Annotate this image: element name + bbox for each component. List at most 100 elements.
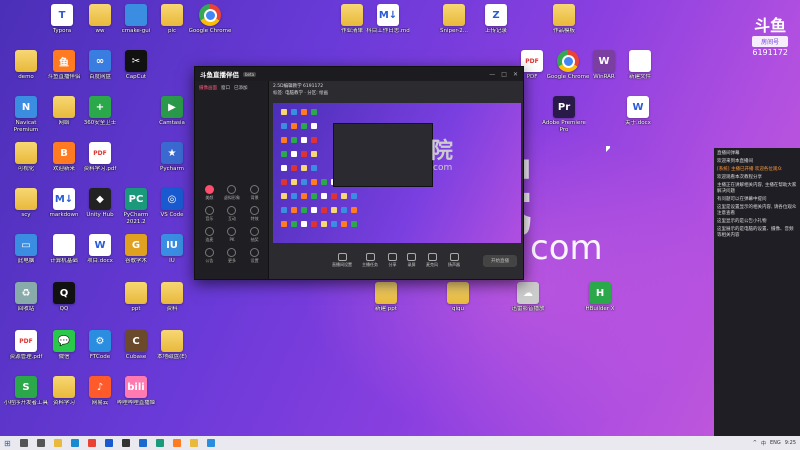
desktop-icon[interactable]: N Navicat Premium [6,96,46,140]
desktop-icon[interactable]: 计算机基础 [44,234,84,278]
toolbar-button[interactable]: 扬声器 [448,252,460,268]
desktop-icon[interactable]: H HBuilder X [580,282,620,326]
tool-button[interactable]: 连麦 [199,227,220,243]
desktop-icon[interactable]: 作业清单 [332,4,372,48]
tool-button[interactable]: PK [222,227,243,243]
chat-panel[interactable]: 直播间弹幕 欢迎来到本直播间 [系统] 主播已开播 欢迎各位观众 欢迎观看本次教程分… [714,148,800,436]
tool-button[interactable]: 更多 [222,248,243,264]
desktop-icon[interactable]: ☁ 迅雷影音播放 [508,282,548,326]
taskbar-chrome-icon[interactable] [87,439,96,447]
desktop-icon[interactable]: ▭ 此电脑 [6,234,46,278]
tab-window[interactable]: 窗口 [221,85,230,91]
desktop-icon[interactable]: ww [80,4,120,48]
taskbar-vscode-icon[interactable] [104,439,113,447]
tab-added[interactable]: 已添加 [234,85,248,91]
tray-expand-icon[interactable]: ^ [753,440,757,447]
desktop-icon[interactable]: 新建文件 [620,50,660,94]
desktop-icon[interactable]: T Typora [42,4,82,48]
toolbar-button[interactable]: 主播任务 [362,252,378,268]
desktop-icon[interactable]: C Cubase [116,330,156,374]
desktop-icon[interactable]: bili 哔哩哔哩直播姬 [116,376,156,420]
desktop-icon[interactable]: IU IU [152,234,192,278]
desktop-icon[interactable]: ◆ Unity Hub [80,188,120,232]
desktop-icon[interactable]: G 谷歌学术 [116,234,156,278]
taskbar-search-icon[interactable] [19,439,28,447]
desktop-icon[interactable]: W WinRAR [584,50,624,94]
start-button[interactable]: ⊞ [4,439,11,448]
tool-button[interactable]: 互动 [222,206,243,222]
taskbar-explorer-icon[interactable] [53,439,62,447]
language-indicator[interactable]: ENG [770,440,781,447]
desktop-icon[interactable]: Z 上传记录 [476,4,516,48]
taskbar-store-icon[interactable] [121,439,130,447]
toolbar-button[interactable]: 直播间设置 [332,252,352,268]
desktop-icon[interactable]: 可视化 [6,142,46,186]
desktop-icon[interactable]: 鱼斗鱼直播伴侣 [44,50,84,94]
desktop-icon[interactable]: PDF 资料学习.pdf [80,142,120,186]
desktop-icon[interactable]: 💬 微信 [44,330,84,374]
desktop-icon[interactable]: cmake-gui [116,4,156,48]
desktop-icon[interactable]: B 欢迎新来 [44,142,84,186]
taskbar-task-view-icon[interactable] [36,439,45,447]
desktop-icon[interactable]: ♪ 网易云 [80,376,120,420]
taskbar-mail-icon[interactable] [138,439,147,447]
tool-button[interactable]: 虚拟形象 [222,185,243,201]
desktop-icon[interactable]: Pr Adobe Premiere Pro [542,96,586,140]
tool-button[interactable]: 美颜 [199,185,220,201]
desktop-icon[interactable]: 作品模板 [544,4,584,48]
input-method[interactable]: 中 [761,440,766,447]
desktop-icon[interactable]: ✂ CapCut [116,50,156,94]
stream-preview[interactable]: 院 com [273,103,521,243]
desktop-icon[interactable]: ∞ 百度网盘 [80,50,120,94]
desktop-icon[interactable]: Google Chrome [547,50,589,94]
desktop-icon[interactable]: Google Chrome [189,4,231,48]
desktop-icon[interactable]: ★ Pycharm [152,142,192,186]
desktop-icon[interactable]: PC PyCharm 2021.2 [116,188,156,232]
desktop-icon[interactable]: S 小程序开发者工具 [4,376,48,420]
desktop-icon[interactable]: PDF 资源管理.pdf [6,330,46,374]
tool-button[interactable]: 设置 [244,248,265,264]
desktop-icon[interactable]: pic [152,4,192,48]
desktop-icon[interactable]: 新建 ppt [366,282,406,326]
tool-button[interactable]: 音乐 [199,206,220,222]
close-icon[interactable]: ✕ [513,71,518,78]
desktop-icon[interactable]: ◎ VS Code [152,188,192,232]
taskbar-photos-icon[interactable] [206,439,215,447]
desktop-icon[interactable]: ppt [116,282,156,326]
clock[interactable]: 9:25 [785,440,796,447]
minimize-icon[interactable]: — [489,71,495,78]
start-live-button[interactable]: 开始直播 [483,255,517,267]
desktop-icon[interactable]: ▶ Camtasia [152,96,192,140]
desktop-icon[interactable]: 资料学习 [44,376,84,420]
desktop-icon[interactable]: qiqu [438,282,478,326]
tool-button[interactable]: 公告 [199,248,220,264]
desktop-icon[interactable]: M↓ 科目工作日志.md [366,4,410,48]
desktop-icon[interactable]: W 项目.docx [80,234,120,278]
toolbar-button[interactable]: 麦克风 [426,252,438,268]
tool-button[interactable]: 抽奖 [244,227,265,243]
streaming-app-window[interactable]: 斗鱼直播伴侣 beta — □ ✕ 摄像画面 窗口 已添加 美颜 虚拟形象 背景音乐… [194,66,524,280]
taskbar-folder-icon[interactable] [189,439,198,447]
desktop-icon[interactable]: Q QQ [44,282,84,326]
desktop-icon[interactable]: ⚙ FTCode [80,330,120,374]
desktop-icon[interactable]: ♻ 回收站 [6,282,46,326]
desktop-icon[interactable]: Sniper-2... [434,4,474,48]
taskbar-edge-icon[interactable] [70,439,79,447]
taskbar-pycharm-icon[interactable] [155,439,164,447]
tool-button[interactable]: 特效 [244,206,265,222]
app-titlebar[interactable]: 斗鱼直播伴侣 beta — □ ✕ [195,67,523,81]
toolbar-button[interactable]: 分享 [388,252,397,268]
desktop-icon[interactable]: W 关于.docx [618,96,658,140]
tool-button[interactable]: 背景 [244,185,265,201]
desktop-icon[interactable]: M↓ markdown [44,188,84,232]
toolbar-button[interactable]: 录屏 [407,252,416,268]
desktop-icon[interactable]: scy [6,188,46,232]
desktop-icon[interactable]: 资料 [152,282,192,326]
maximize-icon[interactable]: □ [501,71,507,78]
taskbar-douyu-icon[interactable] [172,439,181,447]
desktop-icon[interactable]: +360安全卫士 [80,96,120,140]
tab-camera[interactable]: 摄像画面 [199,85,217,91]
desktop-icon[interactable]: demo [6,50,46,94]
desktop-icon[interactable]: 本地磁盘(E) [152,330,192,374]
desktop-icon[interactable]: 网络 [44,96,84,140]
